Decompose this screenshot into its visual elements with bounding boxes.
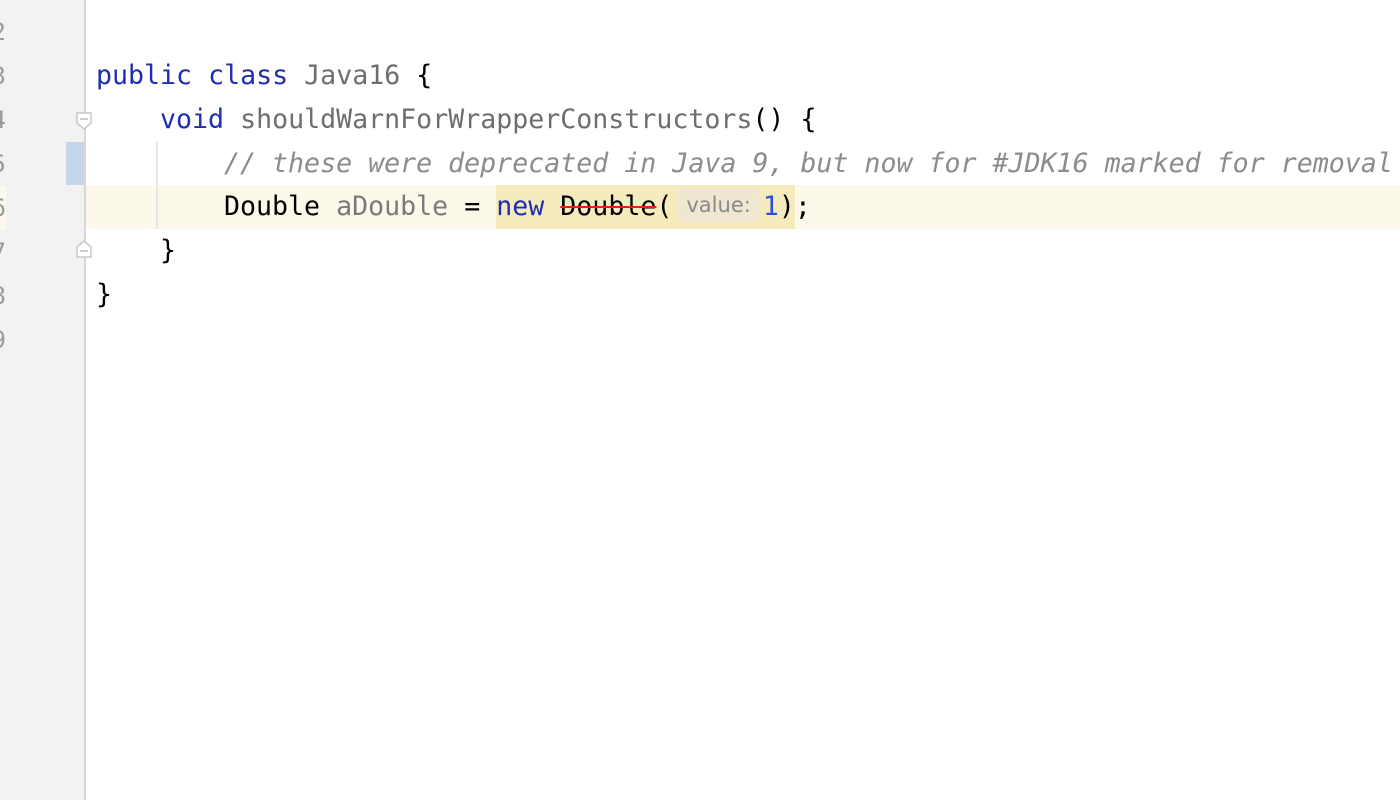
- deprecated-constructor[interactable]: Double: [560, 191, 656, 222]
- variable: aDouble: [336, 191, 449, 222]
- line-number: 3: [0, 54, 6, 98]
- deprecation-highlight[interactable]: new Double(value:1);): [496, 185, 795, 229]
- keyword: public: [96, 60, 193, 91]
- code-line-6: Double aDouble = new Double(value:1););: [224, 185, 811, 229]
- number-literal: 1: [762, 191, 779, 222]
- line-number: 5: [0, 142, 6, 186]
- fold-start-icon[interactable]: [76, 112, 92, 130]
- line-number: 7: [0, 230, 6, 274]
- change-marker[interactable]: [66, 142, 84, 185]
- indent-guide: [156, 142, 158, 229]
- code-line-3: public class Java16 {: [96, 54, 432, 98]
- code-editor[interactable]: public class Java16 { void shouldWarnFor…: [96, 0, 1393, 310]
- code-line-8: }: [96, 273, 112, 317]
- line-number: 9: [0, 318, 6, 362]
- paren: (: [656, 191, 673, 222]
- brace: }: [160, 235, 177, 266]
- params: () {: [752, 104, 817, 135]
- parameter-hint: value:: [678, 187, 759, 222]
- code-line-4: void shouldWarnForWrapperConstructors() …: [160, 98, 816, 142]
- class-name: Java16: [304, 60, 401, 91]
- line-number: 4: [0, 98, 6, 142]
- code-line-7: }: [160, 229, 176, 273]
- type: Double: [224, 191, 321, 222]
- operator: =: [464, 191, 481, 222]
- brace: {: [416, 60, 433, 91]
- line-number: 2: [0, 10, 6, 54]
- line-number: 8: [0, 274, 6, 318]
- comment: // these were deprecated in Java 9, but …: [224, 148, 1393, 179]
- fold-end-icon[interactable]: [76, 240, 92, 258]
- code-line-5: // these were deprecated in Java 9, but …: [224, 142, 1393, 186]
- keyword: void: [160, 104, 225, 135]
- keyword: class: [208, 60, 289, 91]
- method-name: shouldWarnForWrapperConstructors: [240, 104, 753, 135]
- semicolon: ;: [794, 191, 811, 222]
- brace: }: [96, 279, 113, 310]
- editor-gutter[interactable]: 2 3 4 5 6 7 8 9: [0, 0, 86, 800]
- line-number: 6: [0, 186, 6, 230]
- keyword: new: [496, 191, 545, 222]
